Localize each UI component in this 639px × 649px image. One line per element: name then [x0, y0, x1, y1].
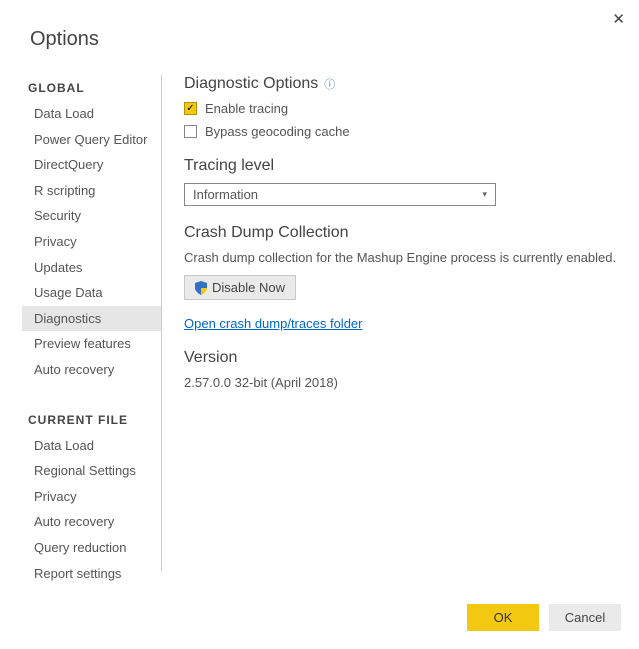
diagnostic-options-header: Diagnostic Options ⓘ — [184, 75, 621, 93]
sidebar-item-cf-data-load[interactable]: Data Load — [22, 433, 161, 459]
sidebar-section-global: GLOBAL — [22, 75, 161, 101]
enable-tracing-row[interactable]: ✓ Enable tracing — [184, 101, 621, 116]
version-header: Version — [184, 349, 621, 367]
dialog-footer: OK Cancel — [467, 604, 621, 631]
bypass-geocoding-checkbox[interactable] — [184, 125, 197, 138]
sidebar-item-directquery[interactable]: DirectQuery — [22, 152, 161, 178]
sidebar-item-security[interactable]: Security — [22, 203, 161, 229]
disable-now-button[interactable]: Disable Now — [184, 275, 296, 300]
bypass-geocoding-label: Bypass geocoding cache — [205, 124, 350, 139]
sidebar-item-data-load[interactable]: Data Load — [22, 101, 161, 127]
sidebar-item-auto-recovery[interactable]: Auto recovery — [22, 357, 161, 383]
enable-tracing-label: Enable tracing — [205, 101, 288, 116]
sidebar-item-usage-data[interactable]: Usage Data — [22, 280, 161, 306]
sidebar: GLOBAL Data Load Power Query Editor Dire… — [22, 75, 162, 571]
enable-tracing-checkbox[interactable]: ✓ — [184, 102, 197, 115]
sidebar-item-r-scripting[interactable]: R scripting — [22, 178, 161, 204]
crash-dump-header: Crash Dump Collection — [184, 224, 621, 242]
sidebar-item-cf-privacy[interactable]: Privacy — [22, 484, 161, 510]
tracing-level-header: Tracing level — [184, 157, 621, 175]
sidebar-item-cf-report-settings[interactable]: Report settings — [22, 561, 161, 587]
crash-dump-description: Crash dump collection for the Mashup Eng… — [184, 250, 621, 265]
sidebar-item-privacy[interactable]: Privacy — [22, 229, 161, 255]
main-panel: Diagnostic Options ⓘ ✓ Enable tracing By… — [162, 75, 621, 571]
close-icon[interactable]: ✕ — [612, 10, 625, 28]
sidebar-item-power-query-editor[interactable]: Power Query Editor — [22, 127, 161, 153]
sidebar-item-updates[interactable]: Updates — [22, 255, 161, 281]
cancel-button[interactable]: Cancel — [549, 604, 621, 631]
sidebar-item-diagnostics[interactable]: Diagnostics — [22, 306, 161, 332]
content-body: GLOBAL Data Load Power Query Editor Dire… — [0, 51, 639, 571]
version-text: 2.57.0.0 32-bit (April 2018) — [184, 375, 621, 390]
diagnostic-options-label: Diagnostic Options — [184, 75, 318, 93]
sidebar-section-current-file: CURRENT FILE — [22, 407, 161, 433]
bypass-geocoding-row[interactable]: Bypass geocoding cache — [184, 124, 621, 139]
open-crash-folder-link[interactable]: Open crash dump/traces folder — [184, 316, 362, 331]
info-icon[interactable]: ⓘ — [324, 76, 335, 92]
ok-button[interactable]: OK — [467, 604, 539, 631]
page-title: Options — [0, 0, 639, 51]
sidebar-item-cf-auto-recovery[interactable]: Auto recovery — [22, 509, 161, 535]
chevron-down-icon: ▾ — [482, 189, 487, 200]
tracing-level-select[interactable]: Information ▾ — [184, 183, 496, 206]
sidebar-item-cf-regional[interactable]: Regional Settings — [22, 458, 161, 484]
disable-now-label: Disable Now — [212, 280, 285, 295]
shield-icon — [195, 281, 207, 295]
sidebar-item-preview-features[interactable]: Preview features — [22, 331, 161, 357]
tracing-level-value: Information — [193, 187, 258, 202]
sidebar-item-cf-query-reduction[interactable]: Query reduction — [22, 535, 161, 561]
